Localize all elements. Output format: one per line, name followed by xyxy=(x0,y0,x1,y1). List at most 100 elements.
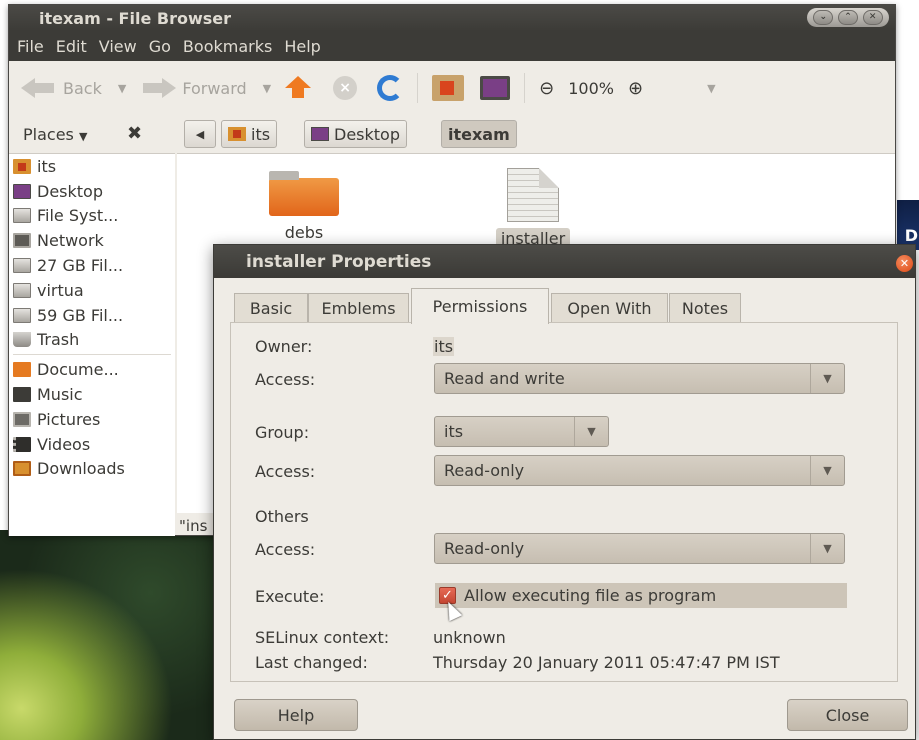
owner-access-select[interactable]: Read and write ▼ xyxy=(434,363,845,394)
sidebar-item-desktop[interactable]: Desktop xyxy=(9,179,175,204)
home-folder-icon xyxy=(228,127,246,141)
sidebar-item-label: 59 GB Fil... xyxy=(37,305,124,325)
menu-bookmarks[interactable]: Bookmarks xyxy=(183,37,272,56)
sidebar-item-59gb[interactable]: 59 GB Fil... xyxy=(9,303,175,328)
status-text: "ins xyxy=(179,517,208,535)
places-dropdown-icon: ▼ xyxy=(78,130,88,143)
background-window-glyph: D xyxy=(904,226,918,245)
sidebar-item-videos[interactable]: Videos xyxy=(9,432,175,457)
back-label: Back xyxy=(63,78,102,98)
breadcrumb-label: its xyxy=(251,124,271,144)
help-button[interactable]: Help xyxy=(234,699,358,731)
view-mode-dropdown-icon[interactable]: ▼ xyxy=(707,82,715,95)
videos-icon xyxy=(13,436,31,452)
group-access-select[interactable]: Read-only ▼ xyxy=(434,455,845,486)
last-changed-label: Last changed: xyxy=(255,653,368,672)
tab-emblems[interactable]: Emblems xyxy=(308,293,409,323)
sidebar-item-27gb[interactable]: 27 GB Fil... xyxy=(9,253,175,278)
drive-icon xyxy=(13,282,31,298)
close-icon[interactable]: ✕ xyxy=(896,255,913,272)
back-button[interactable]: Back xyxy=(21,78,102,98)
places-label: Places xyxy=(23,125,74,144)
tab-label: Notes xyxy=(681,299,729,318)
file-item-debs[interactable]: debs xyxy=(263,171,345,243)
reload-icon[interactable] xyxy=(377,75,404,101)
drive-icon xyxy=(13,208,31,224)
desktop-wallpaper xyxy=(0,530,215,740)
tab-permissions[interactable]: Permissions xyxy=(411,288,549,324)
close-button[interactable]: Close xyxy=(787,699,908,731)
file-name: debs xyxy=(284,223,324,242)
group-access-label: Access: xyxy=(255,462,316,481)
sidebar-item-virtua[interactable]: virtua xyxy=(9,278,175,303)
computer-icon[interactable] xyxy=(480,76,511,100)
breadcrumb-scroll-left[interactable]: ◀ xyxy=(184,120,216,148)
breadcrumb-label: Desktop xyxy=(334,124,400,144)
sidebar-item-label: Downloads xyxy=(37,459,125,479)
breadcrumb-its[interactable]: its xyxy=(221,120,278,148)
group-select[interactable]: its ▼ xyxy=(434,416,609,447)
sidebar-item-label: Docume... xyxy=(37,360,119,380)
execute-checkbox-row[interactable]: ✓ Allow executing file as program xyxy=(435,583,847,608)
drive-icon xyxy=(13,307,31,323)
file-item-installer[interactable]: installer xyxy=(487,168,579,249)
breadcrumb-label: itexam xyxy=(448,124,510,144)
chevron-down-icon: ▼ xyxy=(810,364,844,393)
back-history-dropdown-icon[interactable]: ▼ xyxy=(118,82,126,95)
sidebar-item-trash[interactable]: Trash xyxy=(9,328,175,353)
close-icon[interactable]: ✕ xyxy=(862,10,883,25)
tab-notes[interactable]: Notes xyxy=(669,293,741,323)
places-selector[interactable]: Places ▼ xyxy=(23,125,87,144)
menu-file[interactable]: File xyxy=(17,37,44,56)
stop-icon[interactable]: × xyxy=(333,76,358,100)
window-title: itexam - File Browser xyxy=(39,9,231,28)
dialog-titlebar[interactable]: installer Properties xyxy=(214,245,915,278)
chevron-down-icon: ▼ xyxy=(810,456,844,485)
properties-dialog: installer Properties ✕ Basic Emblems Per… xyxy=(213,244,916,740)
forward-button[interactable]: Forward xyxy=(140,78,247,98)
folder-icon xyxy=(269,171,339,216)
group-access-value: Read-only xyxy=(444,461,525,480)
sidebar-item-pictures[interactable]: Pictures xyxy=(9,407,175,432)
text-file-icon xyxy=(507,168,559,222)
others-access-value: Read-only xyxy=(444,539,525,558)
others-access-select[interactable]: Read-only ▼ xyxy=(434,533,845,564)
sidebar-item-downloads[interactable]: Downloads xyxy=(9,457,175,482)
owner-label: Owner: xyxy=(255,337,313,356)
last-changed-value: Thursday 20 January 2011 05:47:47 PM IST xyxy=(433,653,780,672)
menu-edit[interactable]: Edit xyxy=(56,37,87,56)
menu-go[interactable]: Go xyxy=(149,37,171,56)
sidebar-item-label: Network xyxy=(37,231,104,251)
toolbar-separator xyxy=(524,73,526,103)
zoom-out-icon[interactable]: ⊖ xyxy=(539,78,554,99)
file-browser-titlebar[interactable]: itexam - File Browser ⌄ ⌃ ✕ xyxy=(9,5,895,31)
home-icon[interactable] xyxy=(432,75,465,101)
selinux-label: SELinux context: xyxy=(255,628,390,647)
forward-arrow-icon xyxy=(140,78,177,98)
background-window-edge: D xyxy=(897,200,919,250)
tab-basic[interactable]: Basic xyxy=(234,293,308,323)
maximize-icon[interactable]: ⌃ xyxy=(837,10,858,25)
sidebar-item-network[interactable]: Network xyxy=(9,228,175,253)
sidebar-item-documents[interactable]: Docume... xyxy=(9,357,175,382)
forward-history-dropdown-icon[interactable]: ▼ xyxy=(263,82,271,95)
breadcrumb-itexam[interactable]: itexam xyxy=(441,120,517,148)
breadcrumb-desktop[interactable]: Desktop xyxy=(304,120,407,148)
zoom-in-icon[interactable]: ⊕ xyxy=(628,78,643,99)
sidebar-item-filesystem[interactable]: File Syst... xyxy=(9,204,175,229)
network-icon xyxy=(13,233,31,249)
tab-open-with[interactable]: Open With xyxy=(551,293,668,323)
close-sidebar-icon[interactable]: ✖ xyxy=(127,123,142,144)
close-button-label: Close xyxy=(825,705,870,725)
sidebar-item-music[interactable]: Music xyxy=(9,382,175,407)
tab-label: Emblems xyxy=(321,299,396,318)
sidebar-item-label: Music xyxy=(37,385,83,405)
menu-bar: File Edit View Go Bookmarks Help xyxy=(9,31,895,61)
help-button-label: Help xyxy=(277,705,315,725)
group-label: Group: xyxy=(255,423,310,442)
menu-view[interactable]: View xyxy=(99,37,137,56)
menu-help[interactable]: Help xyxy=(284,37,320,56)
up-arrow-icon[interactable] xyxy=(285,76,312,100)
minimize-icon[interactable]: ⌄ xyxy=(813,10,834,25)
sidebar-item-its[interactable]: its xyxy=(9,154,175,179)
